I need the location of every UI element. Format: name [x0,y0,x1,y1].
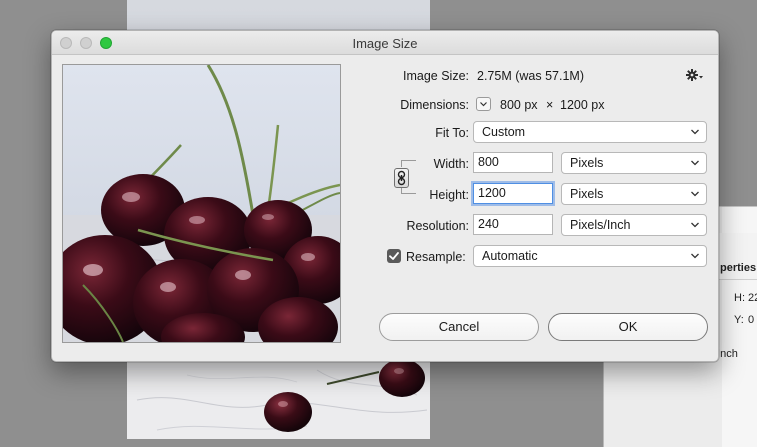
dimensions-label: Dimensions: [400,98,469,112]
resample-label: Resample: [406,250,466,264]
width-unit-select[interactable]: Pixels [561,152,707,174]
image-size-label: Image Size: [402,69,469,83]
fit-to-value: Custom [482,125,526,139]
panel-title: perties [720,262,757,274]
resample-checkbox[interactable] [387,249,401,263]
height-label: Height: [429,188,469,202]
image-preview[interactable] [62,64,341,343]
height-input[interactable]: 1200 [473,183,553,204]
width-unit-value: Pixels [570,156,604,170]
chevron-down-icon [480,102,487,107]
dialog-title: Image Size [352,36,418,51]
width-input[interactable]: 800 [473,152,553,173]
resample-value: Automatic [482,249,538,263]
chevron-down-icon [691,160,699,166]
resample-select[interactable]: Automatic [473,245,707,267]
resolution-unit-select[interactable]: Pixels/Inch [561,214,707,236]
chevron-down-icon [691,129,699,135]
gear-icon[interactable] [686,68,704,82]
panel-h-value: 22 [748,292,757,304]
ok-button[interactable]: OK [548,313,708,341]
panel-y-label: Y: [734,314,744,326]
link-constrain-icon[interactable] [394,168,409,188]
fit-to-label: Fit To: [435,126,469,140]
resolution-unit-value: Pixels/Inch [570,218,631,232]
width-label: Width: [433,157,469,171]
resolution-input[interactable]: 240 [473,214,553,235]
fit-to-select[interactable]: Custom [473,121,707,143]
chevron-down-icon [691,253,699,259]
resolution-label: Resolution: [406,219,469,233]
checkmark-icon [389,252,399,260]
panel-h-label: H: [734,292,745,304]
cancel-button[interactable]: Cancel [379,313,539,341]
title-bar[interactable]: Image Size [52,31,718,55]
image-size-dialog: Image Size Image Size: 2.75M (was 57.1M)… [51,30,719,362]
dimensions-times: × [546,98,554,112]
constrain-bracket-top [401,160,416,167]
image-size-value: 2.75M (was 57.1M) [477,69,584,83]
dimensions-units-dropdown[interactable] [476,97,491,111]
dimensions-width: 800 px [500,98,538,112]
chevron-down-icon [691,222,699,228]
panel-y-value: 0 [748,314,755,326]
background-document-bottom [127,360,430,439]
chevron-down-icon [691,191,699,197]
height-unit-value: Pixels [570,187,604,201]
dimensions-height: 1200 px [560,98,605,112]
height-unit-select[interactable]: Pixels [561,183,707,205]
